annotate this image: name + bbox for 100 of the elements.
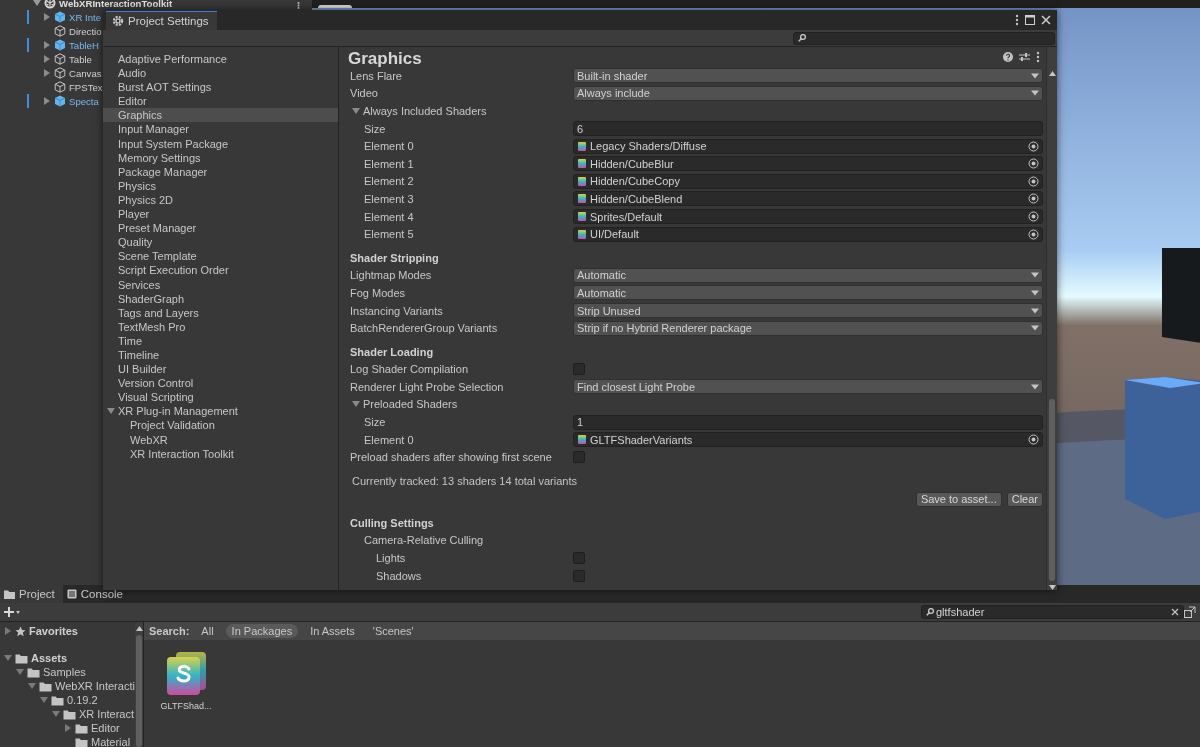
- category-item[interactable]: Physics 2D: [103, 192, 338, 208]
- category-item[interactable]: Timeline: [103, 347, 338, 363]
- category-item[interactable]: TextMesh Pro: [103, 319, 338, 334]
- tree-item[interactable]: Assets: [31, 652, 68, 664]
- category-item[interactable]: Time: [103, 333, 338, 348]
- checkbox[interactable]: [573, 569, 585, 582]
- expand-arrow-icon[interactable]: [352, 107, 360, 115]
- collapse-arrow-icon[interactable]: [43, 13, 51, 21]
- expand-arrow-icon[interactable]: [33, 0, 41, 7]
- expand-arrow-icon[interactable]: [4, 654, 12, 662]
- help-icon[interactable]: [1003, 52, 1013, 62]
- collapse-arrow-icon[interactable]: [4, 627, 12, 635]
- category-item[interactable]: Input Manager: [103, 122, 338, 137]
- tree-item[interactable]: XR Interact: [79, 708, 135, 720]
- presets-icon[interactable]: [1019, 52, 1030, 62]
- checkbox[interactable]: [573, 363, 585, 376]
- close-icon[interactable]: [1041, 15, 1051, 25]
- category-item[interactable]: Project Validation: [103, 418, 338, 433]
- object-field[interactable]: GLTFShaderVariants: [573, 432, 1043, 448]
- object-picker-icon[interactable]: [1028, 158, 1039, 170]
- category-item[interactable]: XR Interaction Toolkit: [103, 446, 338, 461]
- more-options-icon[interactable]: [1015, 14, 1019, 26]
- category-item[interactable]: Script Execution Order: [103, 263, 338, 278]
- category-item[interactable]: Memory Settings: [103, 150, 338, 165]
- hierarchy-item[interactable]: Directio: [69, 25, 102, 37]
- collapse-arrow-icon[interactable]: [43, 55, 51, 63]
- action-button[interactable]: Clear: [1006, 491, 1043, 507]
- hierarchy-item[interactable]: XR Inte: [69, 11, 101, 23]
- category-item[interactable]: Preset Manager: [103, 221, 338, 236]
- more-options-icon[interactable]: [1036, 51, 1040, 63]
- maximize-icon[interactable]: [1025, 15, 1035, 25]
- category-item[interactable]: Tags and Layers: [103, 305, 338, 320]
- hierarchy-item[interactable]: FPSTex: [69, 81, 103, 93]
- foldout[interactable]: Preloaded Shaders: [350, 398, 458, 411]
- dropdown[interactable]: Strip if no Hybrid Renderer package: [573, 320, 1043, 336]
- scrollbar[interactable]: [1046, 47, 1057, 590]
- scroll-up-icon[interactable]: [1048, 71, 1056, 76]
- object-field[interactable]: Hidden/CubeBlend: [573, 191, 1043, 207]
- filter-option[interactable]: All: [195, 624, 220, 638]
- object-picker-icon[interactable]: [1028, 211, 1039, 223]
- object-picker-icon[interactable]: [1028, 193, 1039, 205]
- tree-item[interactable]: 0.19.2: [67, 694, 98, 706]
- object-picker-icon[interactable]: [1028, 434, 1039, 446]
- checkbox[interactable]: [573, 451, 585, 464]
- action-button[interactable]: Save to asset...: [915, 491, 1002, 507]
- dropdown[interactable]: Automatic: [573, 267, 1043, 283]
- shader-variants-icon[interactable]: [164, 650, 208, 696]
- hierarchy-item[interactable]: Canvas: [69, 67, 102, 79]
- collapse-arrow-icon[interactable]: [43, 97, 51, 105]
- category-item[interactable]: Graphics: [103, 108, 338, 123]
- category-item[interactable]: UI Builder: [103, 362, 338, 377]
- category-item[interactable]: Adaptive Performance: [103, 52, 338, 67]
- add-menu-icon[interactable]: [4, 606, 20, 618]
- filter-option[interactable]: In Assets: [304, 624, 361, 638]
- lock-view-icon[interactable]: [1184, 606, 1196, 618]
- tree-item[interactable]: Samples: [43, 666, 86, 678]
- category-item[interactable]: Input System Package: [103, 136, 338, 151]
- scrollbar[interactable]: [135, 622, 143, 747]
- category-item[interactable]: Services: [103, 277, 338, 292]
- search-field[interactable]: [793, 31, 1055, 45]
- collapse-arrow-icon[interactable]: [64, 724, 72, 732]
- panel-tab[interactable]: Console: [62, 585, 131, 603]
- category-item[interactable]: Scene Template: [103, 249, 338, 264]
- category-item[interactable]: Burst AOT Settings: [103, 80, 338, 95]
- object-field[interactable]: Hidden/CubeBlur: [573, 156, 1043, 172]
- checkbox[interactable]: [573, 552, 585, 565]
- category-item[interactable]: XR Plug-in Management: [103, 404, 338, 419]
- category-item[interactable]: WebXR: [103, 432, 338, 447]
- expand-arrow-icon[interactable]: [107, 407, 115, 416]
- scene-tab[interactable]: [318, 5, 352, 8]
- category-item[interactable]: Audio: [103, 66, 338, 81]
- collapse-arrow-icon[interactable]: [43, 41, 51, 49]
- foldout[interactable]: Always Included Shaders: [350, 105, 487, 117]
- category-item[interactable]: Editor: [103, 94, 338, 109]
- category-item[interactable]: Version Control: [103, 376, 338, 391]
- object-field[interactable]: Legacy Shaders/Diffuse: [573, 138, 1043, 154]
- expand-arrow-icon[interactable]: [16, 668, 24, 676]
- object-picker-icon[interactable]: [1028, 175, 1039, 187]
- category-item[interactable]: Quality: [103, 235, 338, 250]
- dropdown[interactable]: Always include: [573, 85, 1043, 101]
- hierarchy-item[interactable]: Specta: [69, 95, 99, 107]
- dropdown[interactable]: Built-in shader: [573, 68, 1043, 84]
- collapse-arrow-icon[interactable]: [43, 69, 51, 77]
- object-picker-icon[interactable]: [1028, 140, 1039, 152]
- search-field[interactable]: gltfshader: [921, 605, 1184, 619]
- category-item[interactable]: Player: [103, 207, 338, 222]
- object-picker-icon[interactable]: [1028, 228, 1039, 240]
- category-item[interactable]: Package Manager: [103, 164, 338, 179]
- object-field[interactable]: UI/Default: [573, 226, 1043, 242]
- tree-item[interactable]: Editor: [91, 722, 120, 734]
- number-field[interactable]: 6: [573, 121, 1043, 137]
- window-tab[interactable]: Project Settings: [106, 11, 217, 30]
- dropdown[interactable]: Find closest Light Probe: [573, 379, 1043, 395]
- hierarchy-item[interactable]: Table: [69, 53, 92, 65]
- number-field[interactable]: 1: [573, 414, 1043, 430]
- panel-tab[interactable]: Project: [0, 585, 63, 603]
- more-options-icon[interactable]: [297, 2, 300, 9]
- scroll-up-icon[interactable]: [135, 626, 143, 631]
- tree-item[interactable]: Favorites: [29, 625, 78, 637]
- clear-icon[interactable]: [1171, 608, 1179, 616]
